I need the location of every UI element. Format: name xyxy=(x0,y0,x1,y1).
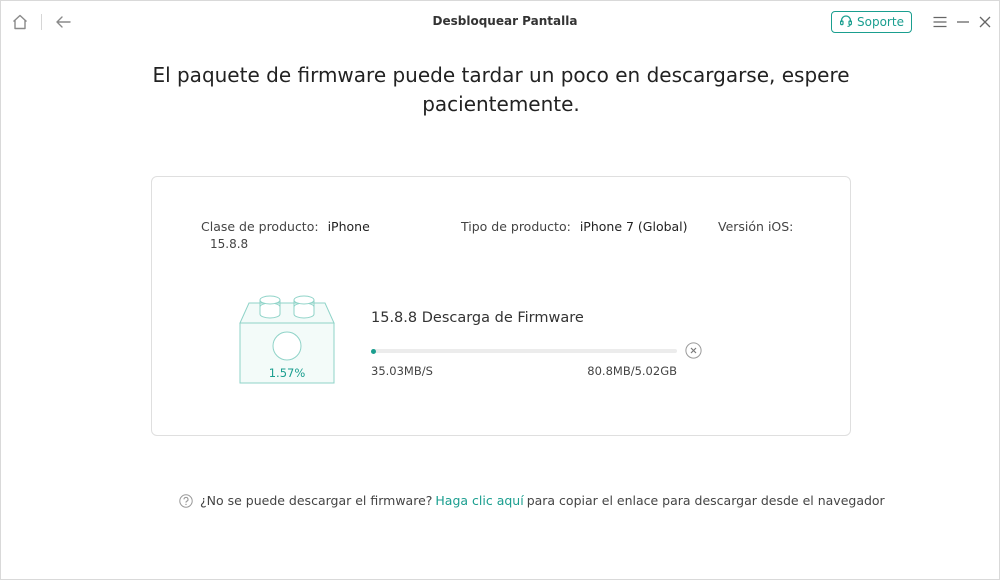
product-class-info: Clase de producto: iPhone xyxy=(201,219,370,234)
product-class-value: iPhone xyxy=(327,219,370,234)
download-size: 80.8MB/5.02GB xyxy=(587,364,677,378)
product-type-info: Tipo de producto: iPhone 7 (Global) xyxy=(461,219,688,234)
page-heading: El paquete de firmware puede tardar un p… xyxy=(152,63,850,116)
help-prefix: ¿No se puede descargar el firmware? xyxy=(200,493,433,508)
minimize-icon[interactable] xyxy=(952,11,974,33)
download-progress-fill xyxy=(371,348,376,354)
product-type-value: iPhone 7 (Global) xyxy=(579,219,688,234)
product-type-label: Tipo de producto: xyxy=(461,219,571,234)
ios-version-label: Versión iOS: xyxy=(718,219,794,234)
cancel-download-button[interactable] xyxy=(685,342,702,359)
download-progress-bar xyxy=(371,348,677,354)
copy-link-button[interactable]: Haga clic aquí xyxy=(435,493,523,508)
download-help: ¿No se puede descargar el firmware? Haga… xyxy=(179,493,885,508)
cancel-circle-icon xyxy=(685,342,702,363)
app-window: Desbloquear Pantalla Soporte El paquete … xyxy=(0,0,1000,580)
help-suffix: para copiar el enlace para descargar des… xyxy=(526,493,885,508)
menu-icon[interactable] xyxy=(929,11,951,33)
download-percent: 1.57% xyxy=(268,366,306,380)
question-circle-icon xyxy=(179,493,193,508)
product-class-label: Clase de producto: xyxy=(201,219,319,234)
download-speed: 35.03MB/S xyxy=(371,364,433,378)
support-button[interactable]: Soporte xyxy=(831,11,912,33)
close-icon[interactable] xyxy=(974,11,996,33)
ios-version-value: 15.8.8 xyxy=(210,237,249,251)
headset-icon xyxy=(839,14,853,31)
support-label: Soporte xyxy=(857,15,904,29)
title-bar: Desbloquear Pantalla Soporte xyxy=(1,1,999,43)
firmware-card: Clase de producto: iPhone 15.8.8 Tipo de… xyxy=(151,176,851,436)
download-title: 15.8.8 Descarga de Firmware xyxy=(371,310,584,326)
